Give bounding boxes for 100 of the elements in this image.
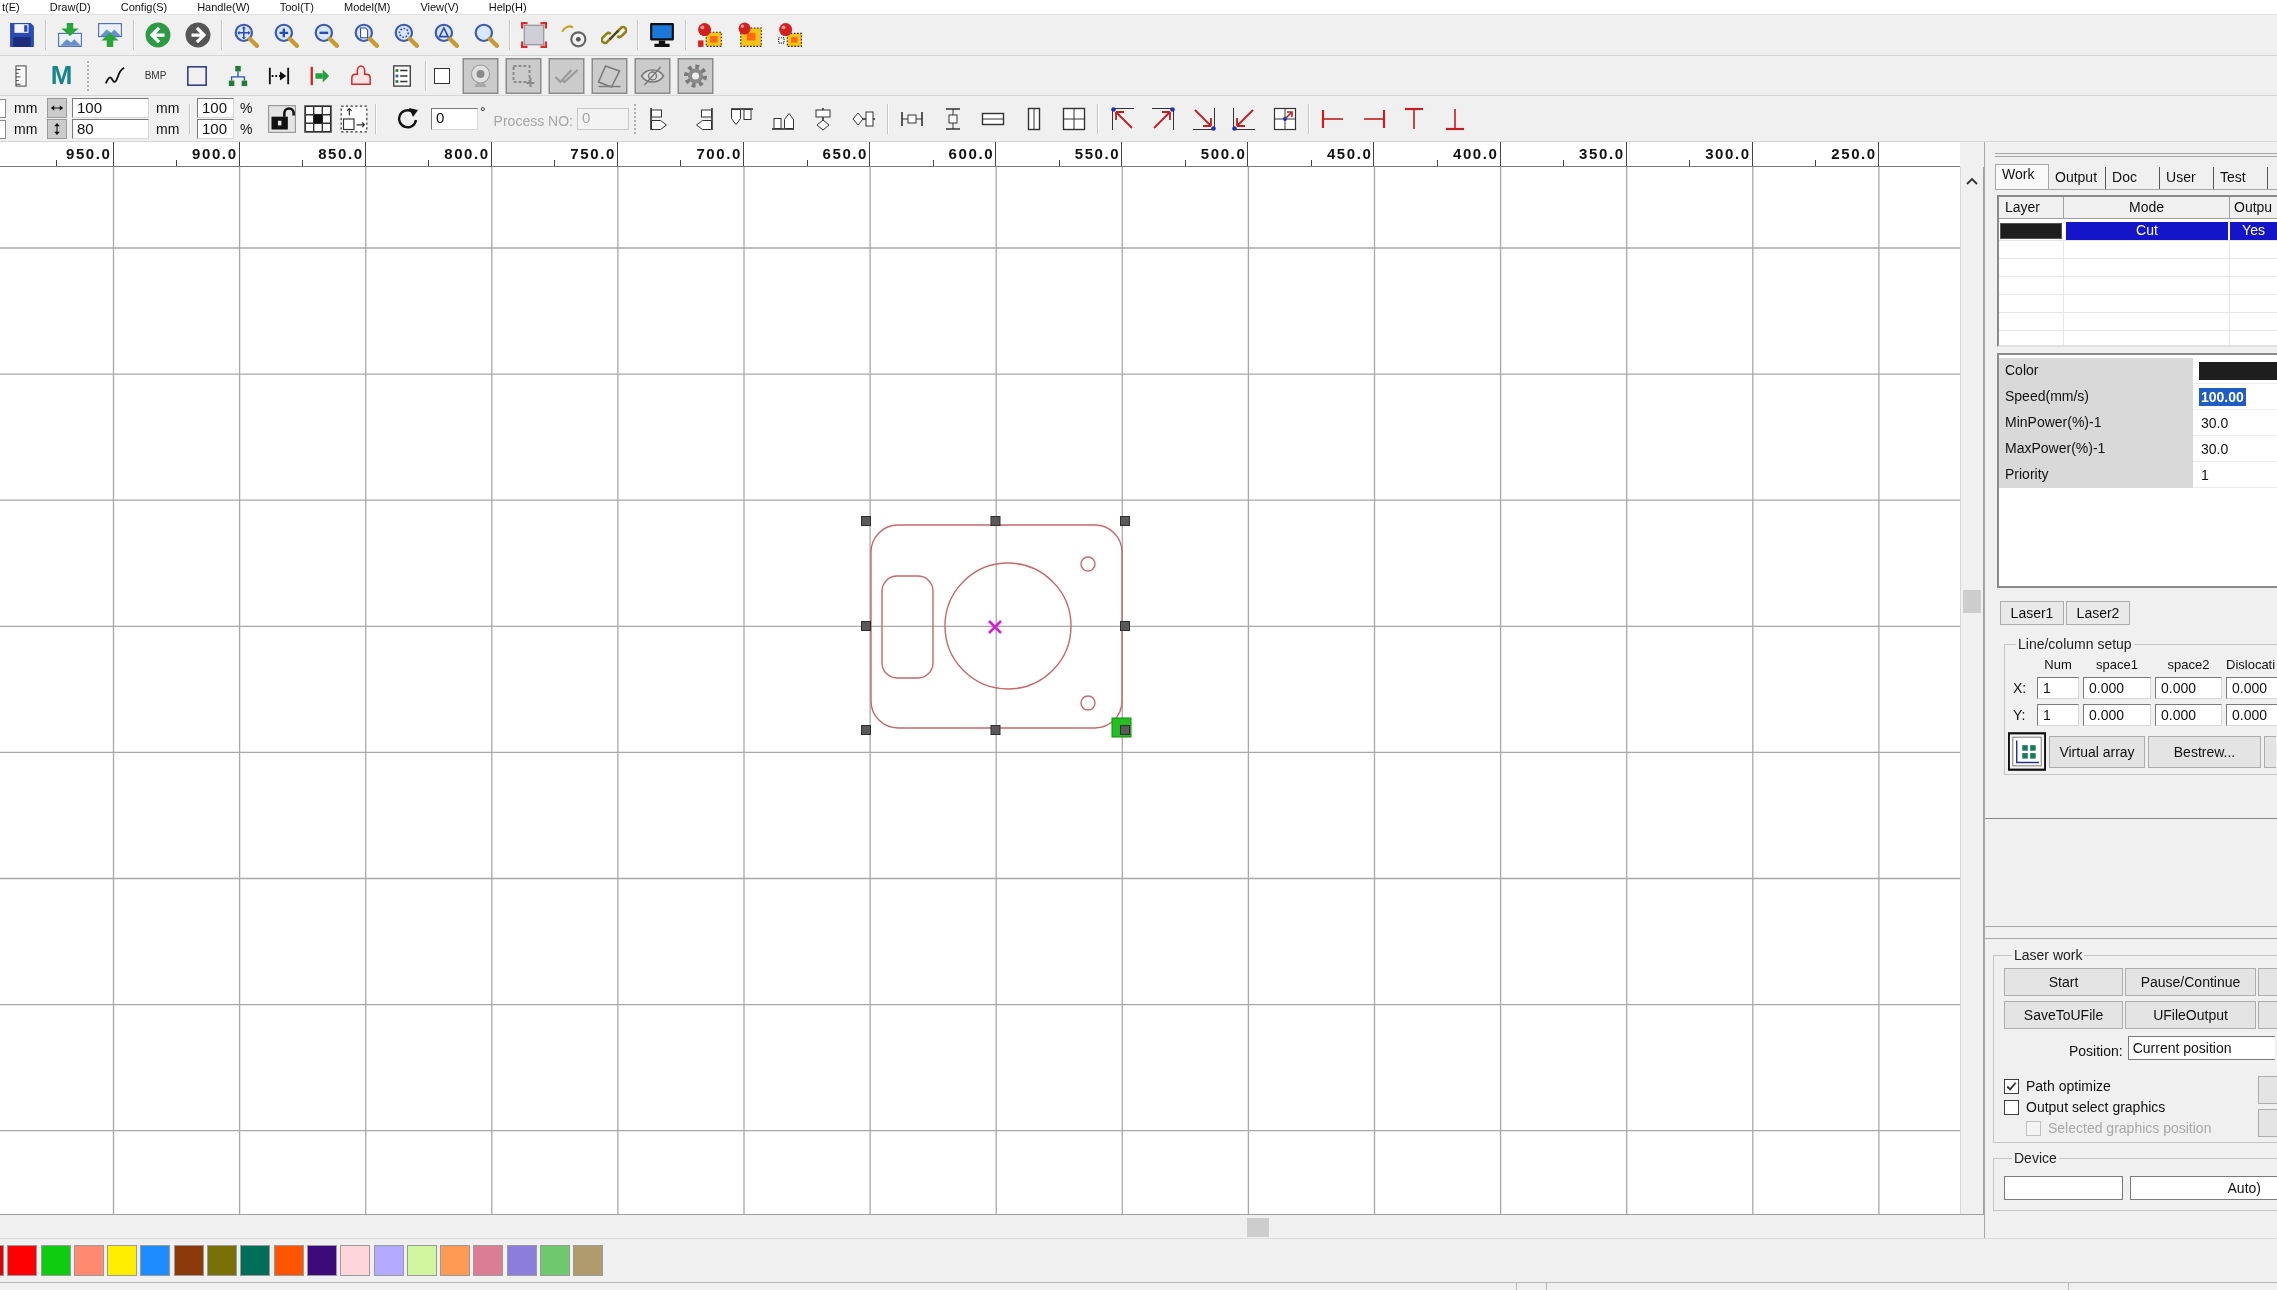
column-header[interactable]: Outpu (2230, 197, 2277, 218)
selection-handle[interactable] (861, 621, 871, 631)
color-swatch[interactable] (2199, 361, 2277, 380)
tool-button[interactable]: BMP (137, 57, 174, 94)
selection-handle[interactable] (1120, 621, 1130, 631)
color-swatch[interactable] (40, 1245, 71, 1276)
search-icon[interactable] (473, 22, 499, 48)
tab[interactable]: User (2160, 167, 2215, 189)
column-header[interactable]: Mode (2064, 197, 2230, 218)
image-up-arrow-icon[interactable] (97, 22, 123, 48)
port-dropdown[interactable]: Auto) (2130, 1176, 2277, 1200)
button[interactable]: Bestrew... (2148, 735, 2261, 768)
color-swatch[interactable] (506, 1245, 537, 1276)
position-dropdown[interactable]: Current position (2127, 1036, 2275, 1060)
magnifier-triangle-icon[interactable] (433, 22, 459, 48)
button[interactable]: Start (2004, 968, 2123, 996)
right-arrow-circle-icon[interactable] (185, 22, 211, 48)
ball-squares-icon[interactable] (697, 22, 723, 48)
tab[interactable]: Output (2049, 167, 2107, 189)
input-field[interactable] (0, 119, 6, 139)
input-field[interactable]: 100 (197, 98, 234, 118)
property-value[interactable]: 30.0 (2199, 439, 2231, 458)
menu-item[interactable]: Config(S) (120, 1, 168, 14)
grid-icon[interactable] (304, 104, 332, 133)
webcam-icon[interactable] (462, 57, 499, 94)
monitor-icon[interactable] (649, 22, 675, 48)
horizontal-scrollbar[interactable] (0, 1214, 1984, 1238)
input-field[interactable]: 1 (2037, 704, 2079, 726)
magnifier-page-icon[interactable] (353, 22, 379, 48)
table-cell[interactable]: Cut (2066, 222, 2228, 240)
selection-handle[interactable] (1120, 725, 1130, 735)
input-field[interactable]: 0.000 (2226, 704, 2277, 726)
tab[interactable]: Doc (2106, 167, 2161, 189)
color-swatch[interactable] (107, 1245, 138, 1276)
property-value[interactable]: 1 (2199, 465, 2211, 484)
property-value[interactable]: 30.0 (2199, 413, 2231, 432)
table-cell[interactable]: Yes (2230, 222, 2277, 240)
menu-item[interactable]: Model(M) (343, 1, 391, 14)
save-icon[interactable] (9, 22, 35, 48)
color-swatch[interactable] (306, 1245, 337, 1276)
stamp-icon[interactable] (349, 64, 372, 87)
zoom-in-icon[interactable] (273, 22, 299, 48)
color-swatch[interactable] (273, 1245, 304, 1276)
color-swatch[interactable] (573, 1245, 604, 1276)
tab[interactable]: Laser2 (2066, 601, 2130, 625)
input-field[interactable]: 80 (72, 119, 149, 139)
corner-arrow-icon[interactable] (1110, 106, 1135, 131)
color-swatch[interactable] (173, 1245, 204, 1276)
tool-button[interactable]: M (43, 57, 80, 94)
menu-item[interactable]: Handle(W) (197, 1, 250, 14)
caret-up-icon[interactable] (1966, 177, 1978, 185)
column-header[interactable]: Layer (1999, 197, 2064, 218)
corner-arrow-icon[interactable] (1151, 106, 1176, 131)
square-corners-icon[interactable] (521, 22, 547, 48)
tab[interactable]: Test (2214, 167, 2269, 189)
checkbox[interactable] (2004, 1078, 2019, 1094)
dashed-frame-arrows-icon[interactable] (340, 104, 368, 133)
input-field[interactable]: 0 (431, 107, 478, 130)
button[interactable]: UFileOutput (2125, 1001, 2256, 1029)
magnifier-arrows-icon[interactable] (233, 22, 259, 48)
parallelogram-icon[interactable] (591, 57, 628, 94)
input-field[interactable]: 0.000 (2083, 704, 2151, 726)
same-size-icon[interactable] (1062, 106, 1087, 131)
input-field[interactable] (0, 98, 6, 118)
selection-handle[interactable] (1120, 516, 1130, 526)
image-down-arrow-icon[interactable] (57, 22, 83, 48)
menu-item[interactable]: Help(H) (488, 1, 527, 14)
menu-item[interactable]: Tool(T) (279, 1, 314, 14)
input-field[interactable]: 0.000 (2083, 677, 2151, 699)
menu-item[interactable]: Draw(D) (49, 1, 91, 14)
menu-item[interactable]: View(V) (420, 1, 459, 14)
arrow-to-line-icon[interactable] (308, 64, 331, 87)
color-swatch[interactable] (73, 1245, 104, 1276)
color-swatch[interactable] (140, 1245, 171, 1276)
color-swatch[interactable] (340, 1245, 371, 1276)
input-field[interactable]: 0.000 (2226, 677, 2277, 699)
corner-arrow-icon[interactable] (1191, 106, 1216, 131)
scrollbar-thumb[interactable] (1247, 1218, 1269, 1237)
magnifier-dots-icon[interactable] (393, 22, 419, 48)
color-swatch[interactable] (373, 1245, 404, 1276)
list-icon[interactable] (390, 64, 413, 87)
selection-handle[interactable] (861, 725, 871, 735)
checkbox[interactable] (434, 67, 450, 84)
double-check-icon[interactable] (548, 57, 585, 94)
vertical-scrollbar[interactable] (1960, 167, 1984, 1214)
tab[interactable]: Laser1 (2000, 601, 2064, 625)
input-field[interactable]: 0.000 (2155, 704, 2222, 726)
selection-handle[interactable] (990, 516, 1001, 526)
rectangle-icon[interactable] (185, 64, 208, 87)
selection-handle[interactable] (861, 516, 871, 526)
zoom-out-icon[interactable] (313, 22, 339, 48)
button[interactable]: SaveToUFile (2004, 1001, 2123, 1029)
settings-icon[interactable] (677, 57, 714, 94)
center-arrow-icon[interactable] (1272, 106, 1297, 131)
left-arrow-circle-icon[interactable] (145, 22, 171, 48)
color-swatch[interactable] (0, 1245, 4, 1276)
color-swatch[interactable] (7, 1245, 38, 1276)
selection-handle[interactable] (990, 725, 1001, 735)
color-swatch[interactable] (240, 1245, 271, 1276)
input-field[interactable]: 1 (2037, 677, 2079, 699)
